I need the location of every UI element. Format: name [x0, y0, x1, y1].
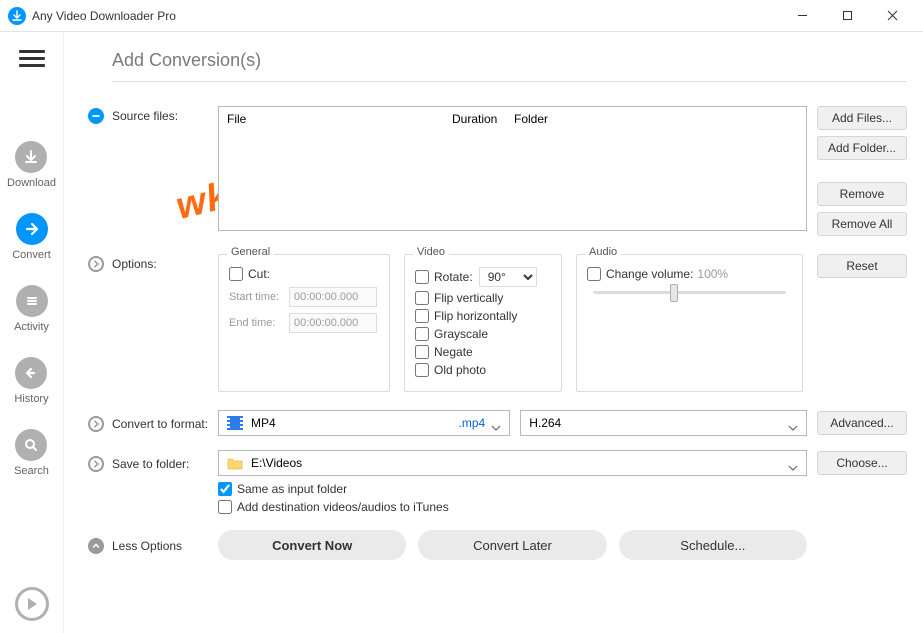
sidebar-item-activity[interactable]: Activity: [14, 285, 49, 333]
titlebar: Any Video Downloader Pro: [0, 0, 923, 32]
chevron-right-icon: [88, 456, 104, 472]
sidebar-item-convert[interactable]: Convert: [12, 213, 51, 261]
sidebar-item-label: Search: [14, 465, 49, 477]
options-label: Options:: [88, 254, 218, 272]
sidebar-item-search[interactable]: Search: [14, 429, 49, 477]
col-file: File: [219, 112, 444, 126]
col-folder: Folder: [506, 112, 806, 126]
format-label: Convert to format:: [88, 414, 218, 432]
end-time-input[interactable]: [289, 313, 377, 333]
menu-icon[interactable]: [19, 46, 45, 71]
start-time-label: Start time:: [229, 291, 289, 303]
activity-icon: [16, 285, 48, 317]
sidebar-play-button[interactable]: [15, 587, 49, 621]
general-fieldset: General Cut: Start time: End time:: [218, 254, 390, 392]
chevron-down-icon: [788, 420, 798, 426]
sidebar-item-history[interactable]: History: [14, 357, 48, 405]
folder-icon: [227, 457, 243, 470]
rotate-checkbox[interactable]: Rotate: 90°: [415, 267, 551, 287]
source-files-label: Source files:: [88, 106, 218, 124]
reset-button[interactable]: Reset: [817, 254, 907, 278]
volume-slider[interactable]: [587, 291, 792, 294]
divider: [112, 81, 907, 82]
add-folder-button[interactable]: Add Folder...: [817, 136, 907, 160]
chevron-down-icon: [491, 420, 501, 426]
change-volume-checkbox[interactable]: Change volume:100%: [587, 267, 792, 281]
schedule-button[interactable]: Schedule...: [619, 530, 807, 560]
save-folder-select[interactable]: E:\Videos: [218, 450, 807, 476]
chevron-right-icon: [88, 416, 104, 432]
close-button[interactable]: [870, 1, 915, 31]
rotate-degree-select[interactable]: 90°: [479, 267, 537, 287]
same-as-input-checkbox[interactable]: Same as input folder: [218, 482, 907, 496]
audio-fieldset: Audio Change volume:100%: [576, 254, 803, 392]
format-select[interactable]: MP4 .mp4: [218, 410, 510, 436]
less-options-toggle[interactable]: Less Options: [88, 536, 218, 554]
minimize-button[interactable]: [780, 1, 825, 31]
sidebar-item-label: History: [14, 393, 48, 405]
sidebar-item-label: Activity: [14, 321, 49, 333]
add-to-itunes-checkbox[interactable]: Add destination videos/audios to iTunes: [218, 500, 907, 514]
negate-checkbox[interactable]: Negate: [415, 345, 551, 359]
col-duration: Duration: [444, 112, 506, 126]
download-icon: [15, 141, 47, 173]
sidebar-item-download[interactable]: Download: [7, 141, 56, 189]
sidebar: Download Convert Activity History Search: [0, 32, 64, 633]
save-folder-label: Save to folder:: [88, 454, 218, 472]
grayscale-checkbox[interactable]: Grayscale: [415, 327, 551, 341]
codec-select[interactable]: H.264: [520, 410, 807, 436]
end-time-label: End time:: [229, 317, 289, 329]
minus-icon: [88, 108, 104, 124]
app-title: Any Video Downloader Pro: [32, 9, 780, 23]
chevron-up-icon: [88, 538, 104, 554]
convert-icon: [16, 213, 48, 245]
start-time-input[interactable]: [289, 287, 377, 307]
remove-button[interactable]: Remove: [817, 182, 907, 206]
maximize-button[interactable]: [825, 1, 870, 31]
history-icon: [15, 357, 47, 389]
play-icon: [15, 587, 49, 621]
remove-all-button[interactable]: Remove All: [817, 212, 907, 236]
flip-horizontal-checkbox[interactable]: Flip horizontally: [415, 309, 551, 323]
cut-checkbox[interactable]: Cut:: [229, 267, 379, 281]
chevron-right-icon: [88, 256, 104, 272]
page-title: Add Conversion(s): [112, 50, 907, 71]
convert-now-button[interactable]: Convert Now: [218, 530, 406, 560]
flip-vertical-checkbox[interactable]: Flip vertically: [415, 291, 551, 305]
convert-later-button[interactable]: Convert Later: [418, 530, 606, 560]
video-fieldset: Video Rotate: 90° Flip vertically Flip h…: [404, 254, 562, 392]
chevron-down-icon: [788, 460, 798, 466]
film-icon: [227, 416, 243, 430]
content-area: wklan.com Add Conversion(s) Source files…: [64, 32, 923, 633]
source-files-table[interactable]: File Duration Folder: [218, 106, 807, 231]
old-photo-checkbox[interactable]: Old photo: [415, 363, 551, 377]
search-icon: [15, 429, 47, 461]
sidebar-item-label: Download: [7, 177, 56, 189]
app-icon: [8, 7, 26, 25]
sidebar-item-label: Convert: [12, 249, 51, 261]
advanced-button[interactable]: Advanced...: [817, 411, 907, 435]
add-files-button[interactable]: Add Files...: [817, 106, 907, 130]
choose-folder-button[interactable]: Choose...: [817, 451, 907, 475]
